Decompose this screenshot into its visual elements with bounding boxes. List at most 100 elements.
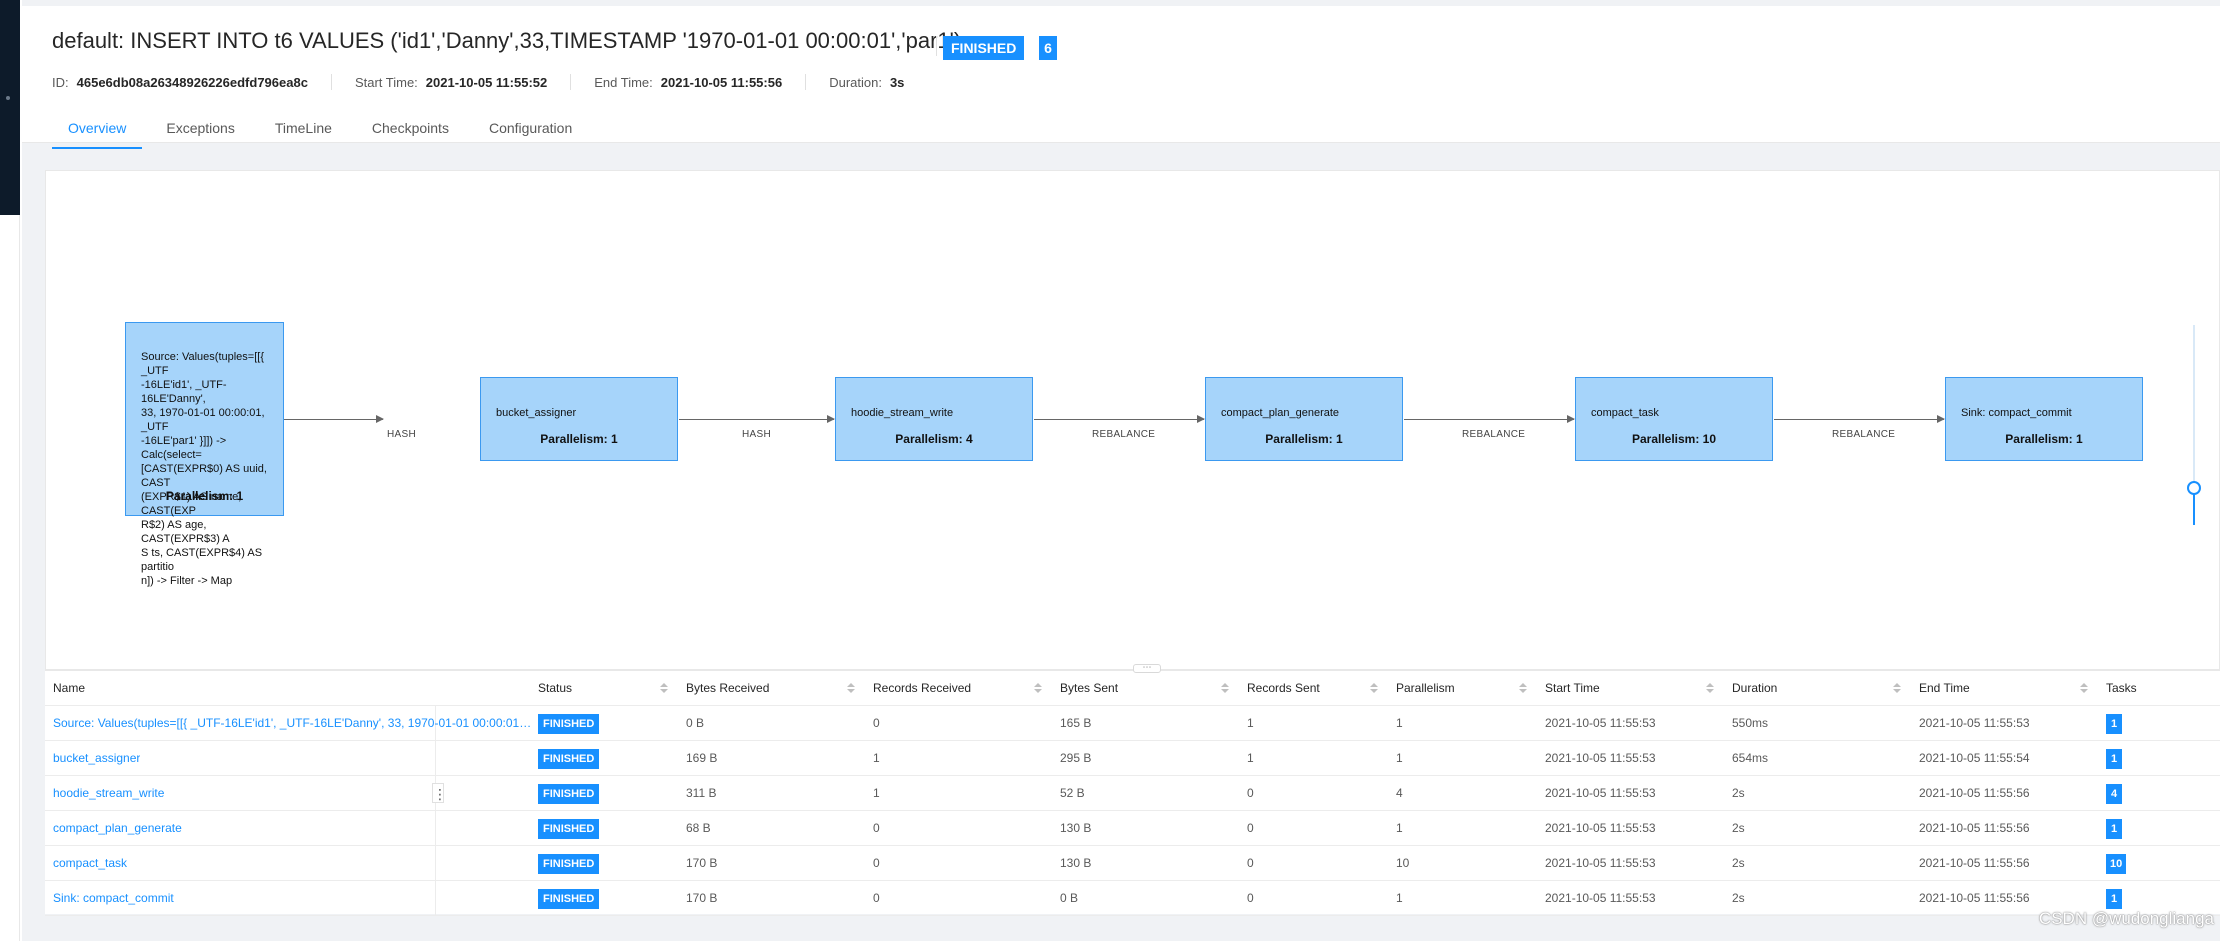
col-bytes-sent[interactable]: Bytes Sent bbox=[1060, 671, 1118, 706]
vertex-name-link[interactable]: hoodie_stream_write bbox=[53, 776, 164, 811]
parallelism: 1 bbox=[1396, 821, 1403, 835]
edge-label: REBALANCE bbox=[1092, 429, 1156, 440]
records-received: 1 bbox=[873, 786, 880, 800]
node-description: bucket_assigner bbox=[496, 407, 577, 419]
col-name[interactable]: Name bbox=[53, 671, 85, 706]
tab-checkpoints[interactable]: Checkpoints bbox=[356, 114, 465, 149]
job-header: default: INSERT INTO t6 VALUES ('id1','D… bbox=[22, 0, 2220, 149]
graph-edge bbox=[679, 415, 835, 423]
bytes-received: 68 B bbox=[686, 821, 711, 835]
edge-label: HASH bbox=[742, 429, 771, 440]
duration-label: Duration: bbox=[829, 74, 882, 90]
col-records-sent[interactable]: Records Sent bbox=[1247, 671, 1320, 706]
node-parallelism: Parallelism: 1 bbox=[2005, 432, 2083, 446]
end-time: 2021-10-05 11:55:53 bbox=[1919, 716, 2030, 730]
records-received: 0 bbox=[873, 856, 880, 870]
graph-node-hoodie-stream-write[interactable]: hoodie_stream_write Parallelism: 4 bbox=[835, 377, 1033, 461]
job-title: default: INSERT INTO t6 VALUES ('id1','D… bbox=[52, 28, 962, 53]
vertex-name-link[interactable]: compact_plan_generate bbox=[53, 811, 182, 846]
start-time: 2021-10-05 11:55:53 bbox=[1545, 786, 1656, 800]
tasks-badge: 10 bbox=[2106, 854, 2127, 874]
table-row[interactable]: hoodie_stream_write ⋮ FINISHED 311 B 1 5… bbox=[45, 776, 2220, 811]
graph-edge bbox=[1034, 415, 1205, 423]
tasks-badge: 1 bbox=[2106, 749, 2122, 769]
end-time: 2021-10-05 11:55:56 bbox=[1919, 856, 2030, 870]
vertex-name-link[interactable]: compact_task bbox=[53, 846, 127, 881]
table-row[interactable]: Source: Values(tuples=[[{ _UTF-16LE'id1'… bbox=[45, 706, 2220, 741]
horizontal-ellipsis-icon[interactable]: ⋯ bbox=[1133, 663, 1161, 673]
vertex-name-link[interactable]: Sink: compact_commit bbox=[53, 881, 174, 916]
records-sent: 0 bbox=[1247, 821, 1254, 835]
bytes-received: 0 B bbox=[686, 716, 705, 730]
edge-label: REBALANCE bbox=[1462, 429, 1526, 440]
duration: 3s bbox=[889, 74, 905, 90]
bytes-received: 170 B bbox=[686, 856, 718, 870]
status-cell: FINISHED bbox=[538, 881, 600, 916]
sidebar-dot-icon[interactable] bbox=[6, 96, 10, 100]
col-bytes-received[interactable]: Bytes Received bbox=[686, 671, 769, 706]
vertical-ellipsis-icon[interactable]: ⋮ bbox=[432, 783, 447, 803]
sort-icon[interactable] bbox=[1519, 683, 1527, 695]
tab-configuration[interactable]: Configuration bbox=[473, 114, 588, 149]
col-start-time[interactable]: Start Time bbox=[1545, 671, 1600, 706]
graph-edge bbox=[1774, 415, 1945, 423]
sort-icon[interactable] bbox=[2080, 683, 2088, 695]
parallelism: 1 bbox=[1396, 751, 1403, 765]
col-status[interactable]: Status bbox=[538, 671, 572, 706]
node-line: 33, 1970-01-01 00:00:01, _UTF bbox=[141, 407, 265, 433]
records-sent: 1 bbox=[1247, 751, 1254, 765]
node-description: compact_task bbox=[1591, 407, 1659, 419]
parallelism: 1 bbox=[1396, 891, 1403, 905]
graph-node-bucket-assigner[interactable]: bucket_assigner Parallelism: 1 bbox=[480, 377, 678, 461]
bytes-received: 169 B bbox=[686, 751, 718, 765]
col-end-time[interactable]: End Time bbox=[1919, 671, 1970, 706]
status-cell: FINISHED bbox=[538, 706, 600, 741]
tasks-cell: 1 bbox=[2106, 741, 2122, 776]
zoom-slider-handle[interactable] bbox=[2187, 481, 2201, 495]
bytes-sent: 295 B bbox=[1060, 751, 1092, 765]
start-time: 2021-10-05 11:55:53 bbox=[1545, 821, 1656, 835]
tab-exceptions[interactable]: Exceptions bbox=[150, 114, 250, 149]
sort-icon[interactable] bbox=[1893, 683, 1901, 695]
status-badge: FINISHED bbox=[538, 889, 600, 909]
start-time-label: Start Time: bbox=[354, 74, 418, 90]
duration: 654ms bbox=[1732, 751, 1769, 765]
graph-node-compact-plan-generate[interactable]: compact_plan_generate Parallelism: 1 bbox=[1205, 377, 1403, 461]
duration: 2s bbox=[1732, 786, 1745, 800]
tab-timeline[interactable]: TimeLine bbox=[259, 114, 348, 149]
edge-label: HASH bbox=[387, 429, 416, 440]
col-duration[interactable]: Duration bbox=[1732, 671, 1777, 706]
sort-icon[interactable] bbox=[660, 683, 668, 695]
sort-icon[interactable] bbox=[847, 683, 855, 695]
node-line: S ts, CAST(EXPR$4) AS partitio bbox=[141, 547, 263, 573]
status-badge: FINISHED bbox=[538, 784, 600, 804]
vertex-name-link[interactable]: bucket_assigner bbox=[53, 741, 140, 776]
start-time: 2021-10-05 11:55:53 bbox=[1545, 751, 1656, 765]
bytes-sent: 165 B bbox=[1060, 716, 1092, 730]
sort-icon[interactable] bbox=[1370, 683, 1378, 695]
table-row[interactable]: Sink: compact_commit FINISHED 170 B 0 0 … bbox=[45, 881, 2220, 916]
duration: 2s bbox=[1732, 891, 1745, 905]
graph-node-compact-task[interactable]: compact_task Parallelism: 10 bbox=[1575, 377, 1773, 461]
duration: 550ms bbox=[1732, 716, 1769, 730]
sort-icon[interactable] bbox=[1706, 683, 1714, 695]
table-row[interactable]: bucket_assigner FINISHED 169 B 1 295 B 1… bbox=[45, 741, 2220, 776]
status-cell: FINISHED bbox=[538, 846, 600, 881]
status-cell: FINISHED bbox=[538, 741, 600, 776]
table-row[interactable]: compact_plan_generate FINISHED 68 B 0 13… bbox=[45, 811, 2220, 846]
tab-overview[interactable]: Overview bbox=[52, 114, 143, 149]
task-count-badge: 6 bbox=[1039, 36, 1057, 60]
sort-icon[interactable] bbox=[1221, 683, 1229, 695]
start-time: 2021-10-05 11:55:53 bbox=[1545, 891, 1656, 905]
job-graph[interactable]: Source: Values(tuples=[[{ _UTF -16LE'id1… bbox=[45, 170, 2220, 670]
graph-node-sink-compact-commit[interactable]: Sink: compact_commit Parallelism: 1 bbox=[1945, 377, 2143, 461]
table-row[interactable]: compact_task FINISHED 170 B 0 130 B 0 10… bbox=[45, 846, 2220, 881]
meta-divider bbox=[330, 74, 332, 90]
col-tasks[interactable]: Tasks bbox=[2106, 671, 2137, 706]
vertex-name-link[interactable]: Source: Values(tuples=[[{ _UTF-16LE'id1'… bbox=[53, 706, 533, 741]
tasks-cell: 4 bbox=[2106, 776, 2122, 811]
sort-icon[interactable] bbox=[1034, 683, 1042, 695]
col-parallelism[interactable]: Parallelism bbox=[1396, 671, 1455, 706]
col-records-received[interactable]: Records Received bbox=[873, 671, 971, 706]
graph-node-source[interactable]: Source: Values(tuples=[[{ _UTF -16LE'id1… bbox=[125, 322, 284, 587]
